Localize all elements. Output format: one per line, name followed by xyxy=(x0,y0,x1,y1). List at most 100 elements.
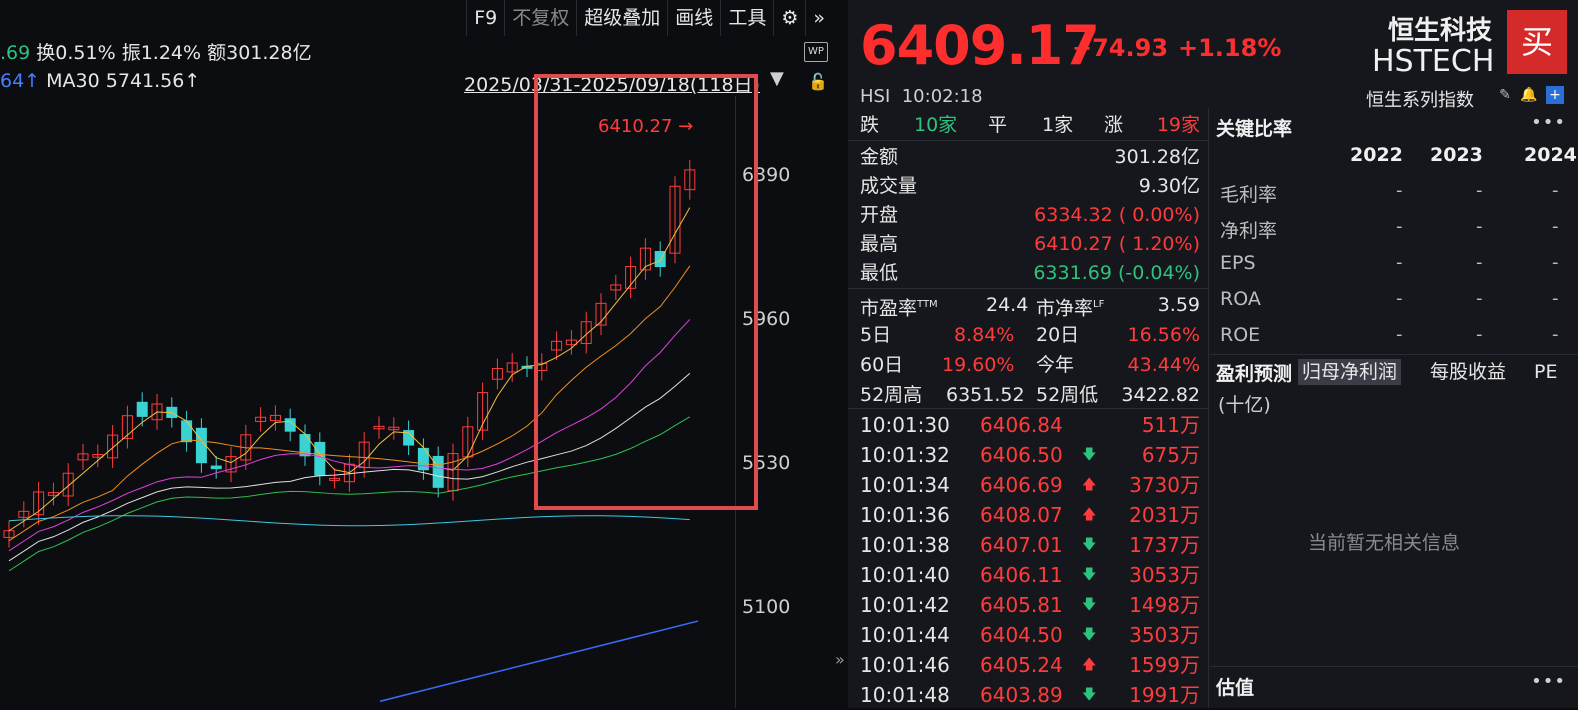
quote-time: 10:02:18 xyxy=(901,86,983,107)
tick-volume: 2031万 xyxy=(1129,503,1200,527)
valuation-row: 市盈率TTM 24.4 市净率LF 3.59 xyxy=(860,290,1200,320)
flat-count: 1家 xyxy=(1042,114,1074,136)
stat-row: 成交量 9.30亿 xyxy=(860,171,1200,201)
tick-time: 10:01:40 xyxy=(860,563,950,587)
pe-sup: TTM xyxy=(917,299,938,310)
tick-volume: 1737万 xyxy=(1129,533,1200,557)
stat-label: 金额 xyxy=(860,146,899,168)
candle-body xyxy=(314,441,326,476)
tick-row: 10:01:38 6407.01 🡇 1737万 xyxy=(860,530,1200,560)
ratio-value: - xyxy=(1396,180,1403,201)
more-icon[interactable]: ••• xyxy=(1531,112,1566,133)
candle-body xyxy=(136,401,148,417)
ma-prev-value: 64↑ xyxy=(0,70,41,92)
price-change: +74.93 xyxy=(1072,34,1169,62)
ma30-label: MA30 xyxy=(46,70,100,92)
collapse-icon[interactable]: » xyxy=(835,650,845,669)
ratio-value: - xyxy=(1396,252,1403,273)
tick-time: 10:01:30 xyxy=(860,413,950,437)
more-icon[interactable]: ••• xyxy=(1531,671,1566,692)
forecast-tabs: 盈利预测 归母净利润 每股收益 PE xyxy=(1210,354,1578,389)
stat-value: 6334.32 ( 0.00%) xyxy=(1034,204,1200,226)
breadth-row: 跌 10家 平 1家 涨 19家 xyxy=(860,110,1200,140)
ratio-value: - xyxy=(1552,252,1559,273)
arrow-down-icon: 🡇 xyxy=(1082,567,1097,583)
tab-eps[interactable]: 每股收益 xyxy=(1426,359,1510,385)
stat-value: 9.30亿 xyxy=(1138,175,1200,197)
forecast-title: 盈利预测 xyxy=(1216,363,1293,385)
ratio-value: - xyxy=(1552,324,1559,345)
ratios-title: 关键比率 xyxy=(1216,118,1293,140)
stat-row: 金额 301.28亿 xyxy=(860,142,1200,172)
tick-price: 6403.89 xyxy=(980,683,1063,707)
stat-row: 最低 6331.69 (-0.04%) xyxy=(860,258,1200,288)
tick-time: 10:01:36 xyxy=(860,503,950,527)
tick-volume: 511万 xyxy=(1141,413,1200,437)
tick-volume: 675万 xyxy=(1141,443,1200,467)
tools-button[interactable]: 工具 xyxy=(720,0,773,36)
forecast-unit: (十亿) xyxy=(1218,394,1271,416)
lock-icon[interactable]: 🔓 xyxy=(808,72,828,91)
stat-value: 301.28亿 xyxy=(1114,146,1200,168)
quote-stats-column: 跌 10家 平 1家 涨 19家 金额 301.28亿 成交量 9.30亿 开盘 6… xyxy=(848,108,1209,708)
tick-price: 6406.69 xyxy=(980,473,1063,497)
pb-sup: LF xyxy=(1093,299,1105,310)
candle-body xyxy=(181,420,193,443)
turnover-label: 换 xyxy=(36,42,56,64)
stat-label: 成交量 xyxy=(860,175,918,197)
price-change-pct: +1.18% xyxy=(1178,34,1282,62)
ratio-value: - xyxy=(1396,288,1403,309)
add-icon[interactable]: + xyxy=(1546,86,1564,104)
edit-icon[interactable]: ✎ xyxy=(1496,86,1514,104)
ratio-value: - xyxy=(1476,252,1483,273)
gear-icon[interactable]: ⚙ xyxy=(773,0,805,36)
tick-time: 10:01:38 xyxy=(860,533,950,557)
pe-label: 市盈率 xyxy=(860,297,918,320)
tick-row: 10:01:46 6405.24 🡅 1599万 xyxy=(860,650,1200,680)
candle-body xyxy=(195,427,207,464)
kline-chart-pane[interactable]: F9 不复权 超级叠加 画线 工具 ⚙ » .69 换0.51% 振1.24% … xyxy=(0,0,832,708)
arrow-up-icon: 🡅 xyxy=(1082,507,1097,523)
amplitude-label: 振 xyxy=(121,42,141,64)
chart-info-line: .69 换0.51% 振1.24% 额301.28亿 xyxy=(0,38,312,65)
ratio-value: - xyxy=(1476,180,1483,201)
ratio-value: - xyxy=(1552,216,1559,237)
overlay-button[interactable]: 超级叠加 xyxy=(576,0,667,36)
stat-value: 6331.69 (-0.04%) xyxy=(1033,262,1200,284)
info-first-value: .69 xyxy=(0,42,31,64)
arrow-up-icon: 🡅 xyxy=(1082,477,1097,493)
arrow-down-icon: 🡇 xyxy=(1082,537,1097,553)
wp-icon[interactable]: WP xyxy=(804,42,828,62)
y-tick: 5100 xyxy=(742,595,791,618)
tick-volume: 1991万 xyxy=(1129,683,1200,707)
code-time: HSI 10:02:18 xyxy=(860,86,983,107)
fuquan-button[interactable]: 不复权 xyxy=(504,0,576,36)
chevron-double-right-icon[interactable]: » xyxy=(805,0,832,36)
candle-body xyxy=(210,465,222,470)
ratio-label: 毛利率 xyxy=(1220,184,1278,206)
bell-icon[interactable]: 🔔 xyxy=(1520,86,1538,104)
pb-value: 3.59 xyxy=(1157,294,1200,316)
year-header: 2024 xyxy=(1524,144,1577,166)
tab-net-profit[interactable]: 归母净利润 xyxy=(1298,359,1402,385)
draw-button[interactable]: 画线 xyxy=(667,0,720,36)
tick-price: 6408.07 xyxy=(980,503,1063,527)
amplitude-value: 1.24% xyxy=(140,42,202,64)
triangle-down-icon[interactable]: ▼ xyxy=(770,68,784,89)
fundamentals-column: 关键比率 ••• 2022 2023 2024 毛利率 - - - 净利率 - - - EPS -… xyxy=(1210,108,1578,708)
ratio-value: - xyxy=(1552,288,1559,309)
buy-button[interactable]: 买 xyxy=(1507,10,1567,74)
f9-button[interactable]: F9 xyxy=(466,0,504,36)
ma-info-line: 64↑ MA30 5741.56↑ xyxy=(0,70,200,92)
arrow-down-icon: 🡇 xyxy=(1082,597,1097,613)
tick-row: 10:01:40 6406.11 🡇 3053万 xyxy=(860,560,1200,590)
tick-volume: 1498万 xyxy=(1129,593,1200,617)
tab-pe[interactable]: PE xyxy=(1530,359,1561,385)
w52-high-label: 52周高 xyxy=(860,384,923,406)
w52-low-value: 3422.82 xyxy=(1121,384,1200,406)
ratio-value: - xyxy=(1396,216,1403,237)
tick-time: 10:01:48 xyxy=(860,683,950,707)
tick-time: 10:01:32 xyxy=(860,443,950,467)
stat-label: 开盘 xyxy=(860,204,899,226)
tick-volume: 3503万 xyxy=(1129,623,1200,647)
